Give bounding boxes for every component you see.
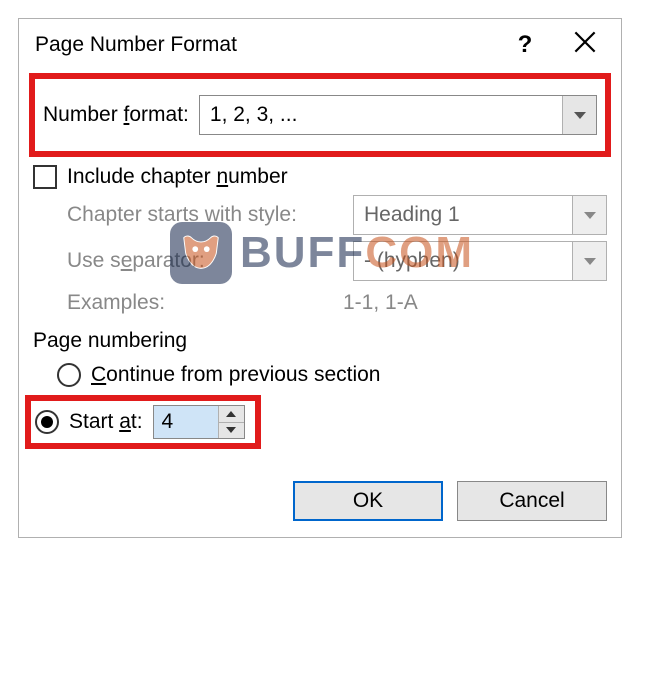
separator-combo[interactable]: - (hyphen) — [353, 241, 607, 281]
start-at-highlight: Start at: 4 — [25, 395, 261, 449]
separator-dropdown-button[interactable] — [572, 242, 606, 280]
start-at-value[interactable]: 4 — [154, 406, 218, 438]
start-at-radio[interactable] — [35, 410, 59, 434]
chevron-down-icon — [226, 427, 236, 433]
number-format-combo[interactable]: 1, 2, 3, ... — [199, 95, 597, 135]
separator-label: Use separator: — [67, 249, 343, 273]
include-chapter-checkbox[interactable] — [33, 165, 57, 189]
titlebar: Page Number Format ? — [19, 19, 621, 71]
chapter-style-value: Heading 1 — [354, 203, 572, 227]
number-format-dropdown-button[interactable] — [562, 96, 596, 134]
start-at-up-button[interactable] — [219, 406, 244, 422]
examples-label: Examples: — [67, 291, 343, 315]
chevron-up-icon — [226, 411, 236, 417]
continue-label: Continue from previous section — [91, 363, 380, 387]
start-at-label: Start at: — [69, 410, 143, 434]
help-button[interactable]: ? — [495, 21, 555, 69]
continue-radio[interactable] — [57, 363, 81, 387]
chapter-style-combo[interactable]: Heading 1 — [353, 195, 607, 235]
continue-radio-row: Continue from previous section — [57, 363, 607, 387]
examples-value: 1-1, 1-A — [343, 291, 418, 315]
chevron-down-icon — [584, 258, 596, 265]
dialog-title: Page Number Format — [35, 33, 495, 57]
page-number-format-dialog: Page Number Format ? Number format: 1, 2… — [18, 18, 622, 538]
chevron-down-icon — [574, 112, 586, 119]
number-format-highlight: Number format: 1, 2, 3, ... — [29, 73, 611, 157]
chapter-style-label: Chapter starts with style: — [67, 203, 343, 227]
chevron-down-icon — [584, 212, 596, 219]
number-format-value: 1, 2, 3, ... — [200, 103, 562, 127]
page-numbering-section-label: Page numbering — [33, 329, 607, 353]
chapter-style-dropdown-button[interactable] — [572, 196, 606, 234]
ok-button[interactable]: OK — [293, 481, 443, 521]
number-format-label: Number format: — [43, 103, 189, 127]
separator-value: - (hyphen) — [354, 249, 572, 273]
cancel-button[interactable]: Cancel — [457, 481, 607, 521]
start-at-spinner[interactable]: 4 — [153, 405, 245, 439]
close-icon — [574, 31, 596, 60]
close-button[interactable] — [555, 21, 615, 69]
start-at-down-button[interactable] — [219, 422, 244, 439]
include-chapter-label: Include chapter number — [67, 165, 288, 189]
include-chapter-row: Include chapter number — [33, 165, 607, 189]
